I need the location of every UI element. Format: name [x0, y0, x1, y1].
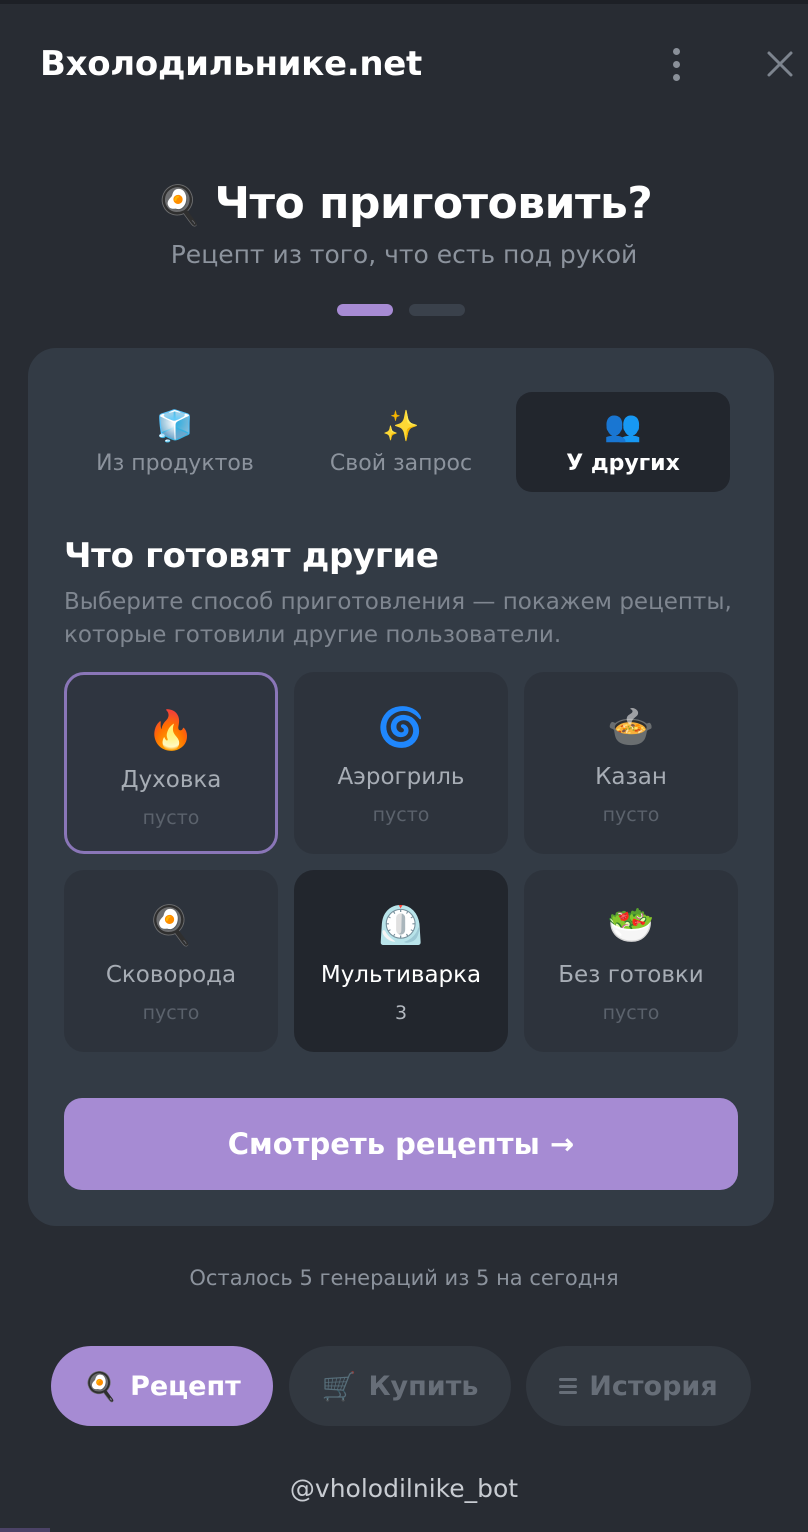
- nav-recipe-button[interactable]: 🍳 Рецепт: [51, 1346, 273, 1426]
- method-name: Духовка: [120, 767, 222, 793]
- people-icon: 👥: [604, 408, 642, 444]
- method-name: Мультиварка: [320, 962, 482, 988]
- method-airfryer[interactable]: 🌀 Аэрогриль пусто: [294, 672, 508, 854]
- fire-icon: 🔥: [147, 708, 195, 752]
- tab-others[interactable]: 👥 У других: [516, 392, 730, 492]
- mode-card: 🧊 Из продуктов ✨ Свой запрос 👥 У других …: [28, 348, 774, 1226]
- frying-pan-icon: 🍳: [155, 183, 203, 227]
- method-frying-pan[interactable]: 🍳 Сковорода пусто: [64, 870, 278, 1052]
- tab-custom-request[interactable]: ✨ Свой запрос: [294, 392, 508, 492]
- bot-handle[interactable]: @vholodilnike_bot: [0, 1474, 808, 1503]
- app-title: Вхолодильнике.net: [40, 44, 422, 84]
- method-kazan[interactable]: 🍲 Казан пусто: [524, 672, 738, 854]
- nav-buy-button[interactable]: 🛒 Купить: [289, 1346, 511, 1426]
- hero-subtitle: Рецепт из того, что есть под рукой: [170, 240, 638, 269]
- pot-icon: 🍲: [607, 705, 655, 749]
- method-count: пусто: [142, 1002, 200, 1024]
- ice-cube-icon: 🧊: [156, 408, 194, 444]
- method-name: Казан: [595, 764, 667, 790]
- view-recipes-button[interactable]: Смотреть рецепты →: [64, 1098, 738, 1190]
- hamburger-icon: [559, 1378, 578, 1394]
- kebab-dot: [672, 47, 680, 55]
- pager-dots: [337, 304, 465, 316]
- pager-dot-2[interactable]: [409, 304, 465, 316]
- method-count: пусто: [372, 804, 430, 826]
- kebab-dot: [672, 73, 680, 81]
- timer-icon: ⏲️: [377, 903, 425, 947]
- nav-history-button[interactable]: История: [526, 1346, 751, 1426]
- generation-quota: Осталось 5 генераций из 5 на сегодня: [189, 1266, 619, 1290]
- bottom-edge: [0, 1528, 50, 1532]
- kebab-dot: [672, 60, 680, 68]
- nav-label: Купить: [368, 1370, 479, 1402]
- frying-pan-icon: 🍳: [83, 1369, 119, 1403]
- method-name: Сковорода: [105, 962, 237, 988]
- tab-label: У других: [566, 450, 680, 476]
- shopping-cart-icon: 🛒: [321, 1369, 357, 1403]
- method-multicooker[interactable]: ⏲️ Мультиварка 3: [294, 870, 508, 1052]
- section-description: Выберите способ приготовления — покажем …: [64, 589, 732, 648]
- section-title: Что готовят другие: [64, 536, 439, 576]
- tab-label: Из продуктов: [96, 450, 254, 476]
- salad-icon: 🥗: [607, 903, 655, 947]
- nav-label: Рецепт: [130, 1370, 241, 1402]
- nav-label: История: [589, 1370, 718, 1402]
- kebab-menu-icon[interactable]: [662, 44, 690, 84]
- sparkles-icon: ✨: [382, 408, 420, 444]
- method-count: 3: [394, 1002, 408, 1024]
- close-icon[interactable]: [762, 46, 798, 82]
- header: Вхолодильнике.net: [0, 0, 808, 120]
- method-no-cooking[interactable]: 🥗 Без готовки пусто: [524, 870, 738, 1052]
- method-oven[interactable]: 🔥 Духовка пусто: [64, 672, 278, 854]
- method-count: пусто: [142, 807, 200, 829]
- method-name: Без готовки: [558, 962, 704, 988]
- cyclone-icon: 🌀: [377, 705, 425, 749]
- pager-dot-1[interactable]: [337, 304, 393, 316]
- tab-from-products[interactable]: 🧊 Из продуктов: [68, 392, 282, 492]
- tab-label: Свой запрос: [329, 450, 473, 476]
- hero-title: 🍳 Что приготовить?: [0, 178, 808, 229]
- method-count: пусто: [602, 1002, 660, 1024]
- method-count: пусто: [602, 804, 660, 826]
- hero-title-text: Что приготовить?: [214, 178, 653, 229]
- method-name: Аэрогриль: [337, 764, 465, 790]
- frying-pan-icon: 🍳: [147, 903, 195, 947]
